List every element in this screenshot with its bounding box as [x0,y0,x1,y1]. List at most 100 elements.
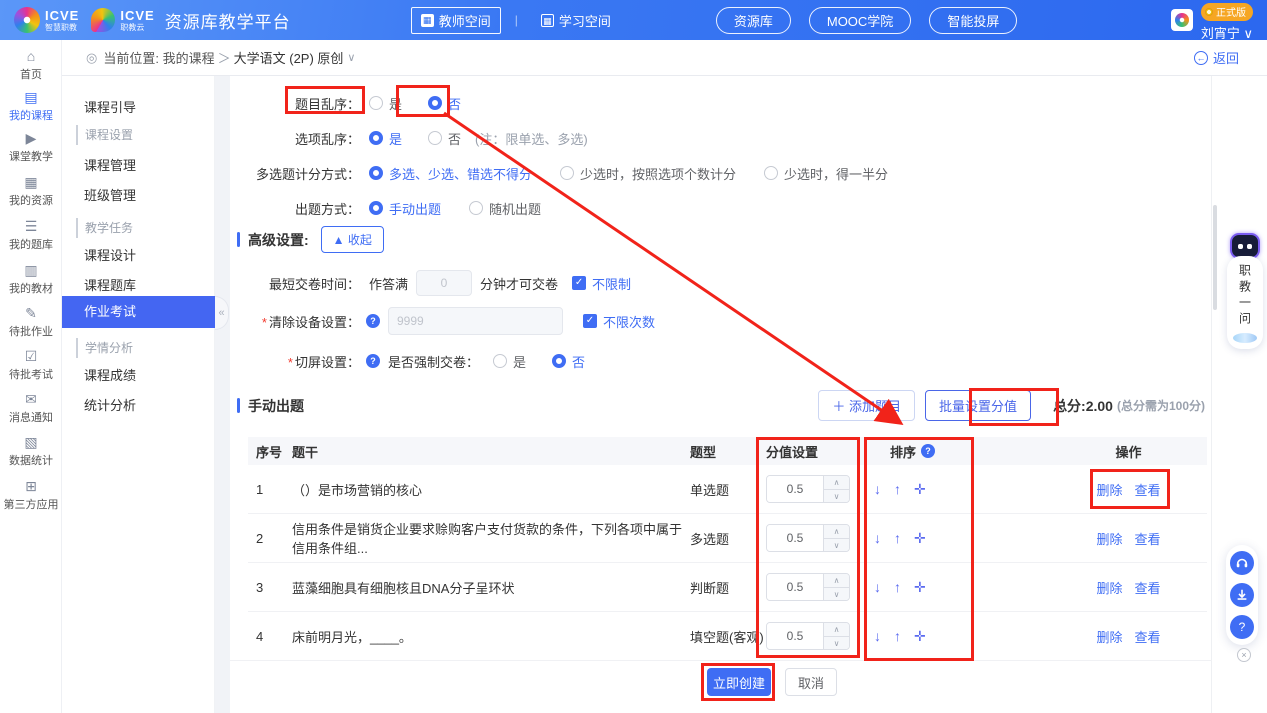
no-limit-label[interactable]: 不限制 [592,274,631,293]
score-stepper[interactable]: ∧∨ [766,573,850,601]
add-question-button[interactable]: ＋ 添加题目 [818,390,915,421]
option-shuffle-no[interactable]: 否 [428,129,461,148]
view-link[interactable]: 查看 [1135,529,1161,548]
breadcrumb-root[interactable]: 我的课程 [163,48,215,67]
app-mini-icon[interactable] [1171,9,1193,31]
step-up-icon[interactable]: ∧ [824,623,849,637]
force-submit-yes[interactable]: 是 [493,352,526,371]
collapse-advanced-button[interactable]: ▲ 收起 [321,226,384,253]
rail-data-statistics[interactable]: ▧数据统计 [0,434,62,468]
help-icon[interactable]: ? [1230,615,1254,639]
radio-on-icon[interactable] [369,131,383,145]
drag-move-icon[interactable]: ✛ [914,579,926,596]
breadcrumb-course[interactable]: 大学语文 (2P) 原创 [234,48,344,67]
no-count-limit-checkbox[interactable]: ✓ [583,314,597,328]
rail-my-question-bank[interactable]: ☰我的题库 [0,218,62,252]
score-input[interactable] [767,623,823,649]
multi-scoring-opt3[interactable]: 少选时，得一半分 [764,164,888,183]
move-down-icon[interactable]: ↓ [874,628,881,644]
step-up-icon[interactable]: ∧ [824,525,849,539]
move-down-icon[interactable]: ↓ [874,481,881,497]
move-up-icon[interactable]: ↑ [894,481,901,497]
score-input[interactable] [767,574,823,600]
drag-move-icon[interactable]: ✛ [914,481,926,498]
radio-off-icon[interactable] [560,166,574,180]
no-count-limit-label[interactable]: 不限次数 [603,312,655,331]
radio-on-icon[interactable] [428,96,442,110]
menu-course-scores[interactable]: 课程成绩 [62,363,215,389]
menu-stat-analysis[interactable]: 统计分析 [62,393,215,419]
batch-set-score-button[interactable]: 批量设置分值 [925,390,1031,421]
score-input[interactable] [767,525,823,551]
view-link[interactable]: 查看 [1135,578,1161,597]
close-float-icon[interactable]: × [1237,648,1251,662]
delete-link[interactable]: 删除 [1096,529,1122,548]
force-submit-no[interactable]: 否 [552,352,585,371]
step-down-icon[interactable]: ∨ [824,588,849,601]
radio-on-icon[interactable] [369,201,383,215]
step-down-icon[interactable]: ∨ [824,539,849,552]
question-shuffle-yes[interactable]: 是 [369,94,402,113]
score-stepper[interactable]: ∧∨ [766,475,850,503]
smart-cast-button[interactable]: 智能投屏 [929,7,1017,34]
back-link[interactable]: ← 返回 [1194,48,1239,67]
download-icon[interactable] [1230,583,1254,607]
radio-on-icon[interactable] [369,166,383,180]
drag-move-icon[interactable]: ✛ [914,628,926,645]
course-dropdown-caret[interactable]: ∨ [347,51,355,64]
menu-class-management[interactable]: 班级管理 [62,183,215,209]
move-down-icon[interactable]: ↓ [874,579,881,595]
menu-course-guide[interactable]: 课程引导 [62,95,215,121]
multi-scoring-opt2[interactable]: 少选时，按照选项个数计分 [560,164,736,183]
score-input[interactable] [767,476,823,502]
no-limit-checkbox[interactable]: ✓ [572,276,586,290]
sort-help-icon[interactable]: ? [921,444,935,458]
move-up-icon[interactable]: ↑ [894,530,901,546]
score-stepper[interactable]: ∧∨ [766,524,850,552]
step-down-icon[interactable]: ∨ [824,637,849,650]
radio-off-icon[interactable] [493,354,507,368]
radio-off-icon[interactable] [369,96,383,110]
radio-on-icon[interactable] [552,354,566,368]
tab-student-space[interactable]: ▦ 学习空间 [532,8,620,33]
customer-service-icon[interactable] [1230,551,1254,575]
create-now-button[interactable]: 立即创建 [707,668,771,696]
menu-homework-exam[interactable]: 作业考试 [62,296,215,328]
move-up-icon[interactable]: ↑ [894,628,901,644]
rail-pending-homework[interactable]: ✎待批作业 [0,305,62,339]
mooc-college-button[interactable]: MOOC学院 [809,7,911,34]
clear-device-help-icon[interactable]: ? [366,314,380,328]
generation-manual[interactable]: 手动出题 [369,199,441,218]
rail-my-resources[interactable]: ▦我的资源 [0,174,62,208]
move-up-icon[interactable]: ↑ [894,579,901,595]
delete-link[interactable]: 删除 [1096,480,1122,499]
multi-scoring-opt1[interactable]: 多选、少选、错选不得分 [369,164,532,183]
rail-classroom-teaching[interactable]: ▶课堂教学 [0,130,62,164]
step-up-icon[interactable]: ∧ [824,476,849,490]
rail-third-party-apps[interactable]: ⊞第三方应用 [0,478,62,512]
question-shuffle-no[interactable]: 否 [428,94,461,113]
radio-off-icon[interactable] [764,166,778,180]
score-stepper[interactable]: ∧∨ [766,622,850,650]
view-link[interactable]: 查看 [1135,480,1161,499]
option-shuffle-yes[interactable]: 是 [369,129,402,148]
rail-my-textbooks[interactable]: ▥我的教材 [0,262,62,296]
step-up-icon[interactable]: ∧ [824,574,849,588]
tab-teacher-space[interactable]: ▦ 教师空间 [411,7,501,34]
drag-move-icon[interactable]: ✛ [914,530,926,547]
rail-home[interactable]: ⌂首页 [0,48,62,82]
view-link[interactable]: 查看 [1135,627,1161,646]
qa-assistant-widget[interactable]: 职教一问 [1228,233,1262,349]
menu-course-design[interactable]: 课程设计 [62,243,215,269]
scrollbar-thumb[interactable] [1213,205,1217,310]
menu-course-management[interactable]: 课程管理 [62,153,215,179]
step-down-icon[interactable]: ∨ [824,490,849,503]
rail-notifications[interactable]: ✉消息通知 [0,391,62,425]
screen-switch-help-icon[interactable]: ? [366,354,380,368]
rail-my-courses[interactable]: ▤我的课程 [0,89,62,123]
cancel-button[interactable]: 取消 [785,668,837,696]
resource-lib-button[interactable]: 资源库 [716,7,791,34]
radio-off-icon[interactable] [428,131,442,145]
generation-random[interactable]: 随机出题 [469,199,541,218]
min-submit-input[interactable] [416,270,472,296]
